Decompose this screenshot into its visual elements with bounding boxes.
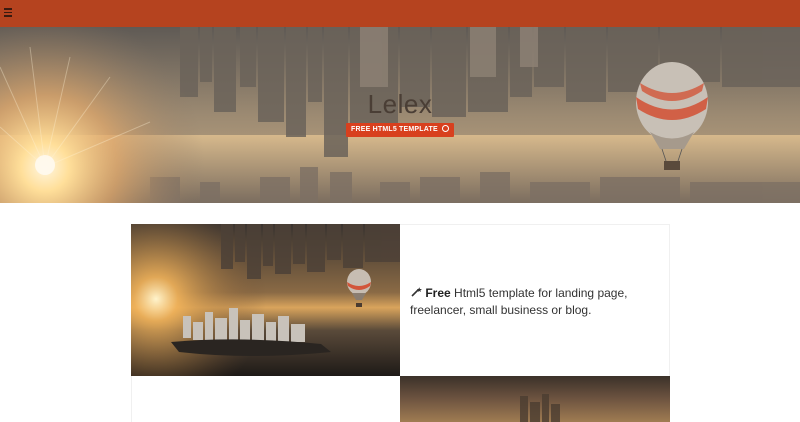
city-balloon-photo (131, 224, 400, 376)
feature-image-city-sunset (400, 376, 670, 422)
city-sunset-photo (400, 376, 670, 422)
github-icon (442, 125, 450, 132)
free-template-button[interactable]: FREE HTML5 TEMPLATE (346, 123, 454, 137)
magic-wand-icon (410, 286, 422, 298)
feature-bold-word: Free (425, 286, 451, 300)
hero-banner: Lelex FREE HTML5 TEMPLATE (0, 27, 800, 203)
free-template-button-label: FREE HTML5 TEMPLATE (350, 126, 438, 133)
feature-text-card-2 (131, 376, 400, 422)
hamburger-menu-icon[interactable] (4, 8, 14, 18)
feature-description: Free Html5 template for landing page, fr… (410, 285, 665, 319)
top-nav-bar (0, 0, 800, 27)
hero-title: Lelex (367, 89, 433, 119)
feature-text-card: Free Html5 template for landing page, fr… (400, 224, 670, 376)
feature-image-city-balloon (131, 224, 400, 376)
